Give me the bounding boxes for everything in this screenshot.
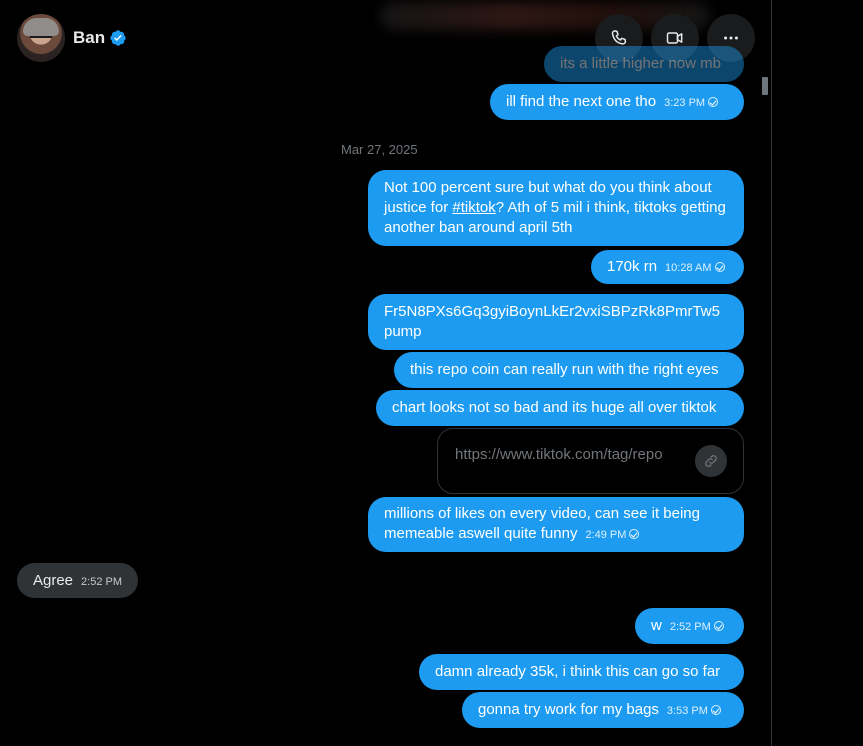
message-text: chart looks not so bad and its huge all … xyxy=(392,399,717,416)
hashtag-link[interactable]: #tiktok xyxy=(452,199,495,216)
message-text: gonna try work for my bags xyxy=(478,701,659,718)
avatar-glasses xyxy=(30,36,52,41)
message-time: 3:53 PM xyxy=(667,705,721,717)
sent-check-icon xyxy=(708,97,719,107)
message-bubble[interactable]: 170k rn 10:28 AM xyxy=(591,250,744,284)
message-text: its a little higher now mb xyxy=(560,55,721,72)
message-time: 3:23 PM xyxy=(664,97,719,109)
message-time: 2:49 PM xyxy=(585,529,640,541)
message-bubble[interactable]: damn already 35k, i think this can go so… xyxy=(419,654,744,690)
contact-name[interactable]: Ban xyxy=(73,28,105,48)
sent-check-icon xyxy=(710,705,721,715)
message-bubble[interactable]: w 2:52 PM xyxy=(635,608,744,644)
message-time: 2:52 PM xyxy=(670,621,724,633)
message-text: damn already 35k, i think this can go so… xyxy=(435,663,721,680)
message-bubble[interactable]: gonna try work for my bags 3:53 PM xyxy=(462,692,744,728)
message-text: millions of likes on every video, can se… xyxy=(384,505,700,542)
message-bubble[interactable]: Fr5N8PXs6Gq3gyiBoynLkEr2vxiSBPzRk8PmrTw5… xyxy=(368,294,744,350)
date-separator: Mar 27, 2025 xyxy=(341,142,418,157)
message-text: ill find the next one tho xyxy=(506,93,657,110)
sent-check-icon xyxy=(713,621,724,631)
message-bubble-incoming[interactable]: Agree 2:52 PM xyxy=(17,563,138,598)
contact-name-row[interactable]: Ban xyxy=(73,28,127,48)
message-bubble[interactable]: millions of likes on every video, can se… xyxy=(368,497,744,552)
message-text: Fr5N8PXs6Gq3gyiBoynLkEr2vxiSBPzRk8PmrTw5 xyxy=(384,303,720,320)
message-text: 170k rn xyxy=(607,258,658,275)
right-column xyxy=(773,0,863,746)
avatar[interactable] xyxy=(17,14,65,62)
link-preview-card[interactable]: https://www.tiktok.com/tag/repo xyxy=(437,428,744,494)
message-time: 10:28 AM xyxy=(665,262,725,274)
link-url[interactable]: https://www.tiktok.com/tag/repo xyxy=(455,446,663,463)
message-text: Agree xyxy=(33,572,74,589)
avatar-hair xyxy=(23,18,59,36)
link-button[interactable] xyxy=(695,445,727,477)
verified-badge-icon xyxy=(110,30,126,46)
message-bubble[interactable]: chart looks not so bad and its huge all … xyxy=(376,390,744,426)
link-icon xyxy=(705,455,717,467)
more-icon xyxy=(724,36,738,40)
message-text: w xyxy=(651,617,662,634)
message-text: pump xyxy=(384,323,422,340)
phone-icon xyxy=(611,30,627,45)
message-text: this repo coin can really run with the r… xyxy=(410,361,719,378)
message-bubble[interactable]: Not 100 percent sure but what do you thi… xyxy=(368,170,744,246)
sent-check-icon xyxy=(629,529,640,539)
message-bubble[interactable]: this repo coin can really run with the r… xyxy=(394,352,744,388)
message-bubble[interactable]: ill find the next one tho 3:23 PM xyxy=(490,84,744,120)
conversation-panel: Ban its a little higher now mb ill find … xyxy=(0,0,772,746)
message-time: 2:52 PM xyxy=(81,576,122,588)
sent-check-icon xyxy=(714,262,725,272)
video-icon xyxy=(666,32,683,44)
scrollbar-thumb[interactable] xyxy=(762,77,768,95)
message-bubble[interactable]: its a little higher now mb xyxy=(544,46,744,82)
